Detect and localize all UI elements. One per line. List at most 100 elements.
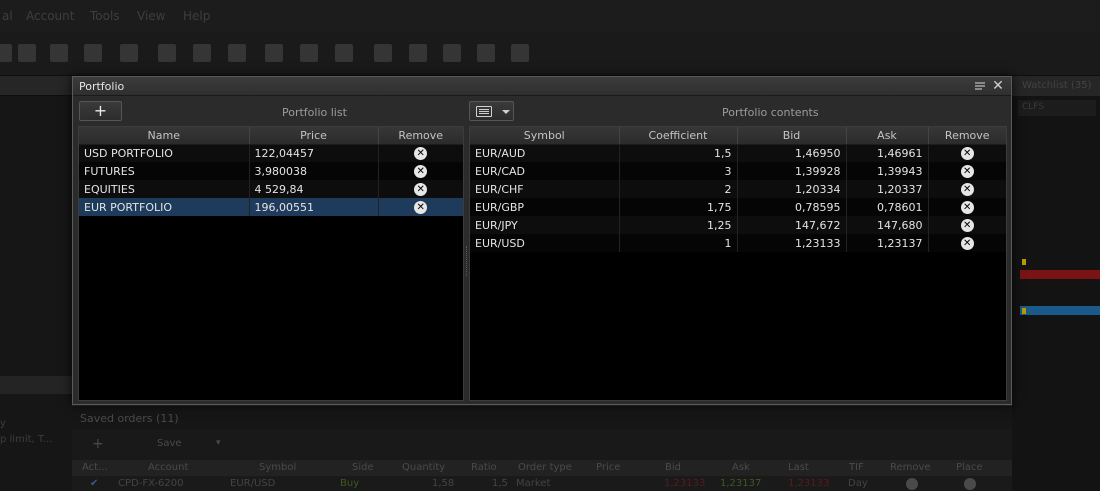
- table-row[interactable]: EUR/CAD 3 1,39928 1,39943 ✕: [470, 162, 1006, 180]
- bid-cell: 0,78595: [737, 198, 847, 216]
- watchlist-title: Watchlist (35): [1012, 76, 1100, 96]
- table-row[interactable]: FUTURES 3,980038 ✕: [79, 162, 463, 180]
- column-header-remove[interactable]: Remove: [378, 127, 463, 145]
- symbol-cell: EUR/CHF: [470, 180, 620, 198]
- column-header: Price: [596, 462, 621, 473]
- column-header-ask[interactable]: Ask: [846, 127, 929, 145]
- wrench-icon[interactable]: [443, 44, 461, 62]
- table-row[interactable]: EQUITIES 4 529,84 ✕: [79, 180, 463, 198]
- add-portfolio-button[interactable]: +: [79, 101, 122, 121]
- portfolio-price: 196,00551: [249, 198, 379, 216]
- user-icon[interactable]: [158, 44, 176, 62]
- window-title: Portfolio: [79, 80, 125, 93]
- options-icon[interactable]: [973, 79, 987, 93]
- coefficient-cell[interactable]: 1,75: [619, 198, 738, 216]
- watchlist-panel: Watchlist (35) CLFS: [1012, 76, 1100, 491]
- saved-orders-header: Act... Account Symbol Side Quantity Rati…: [72, 460, 1012, 476]
- menu-bar: al Account Tools View Help: [0, 0, 1100, 32]
- save-icon[interactable]: [374, 44, 392, 62]
- coefficient-cell[interactable]: 1: [619, 234, 738, 252]
- marker-icon: [1022, 259, 1026, 265]
- remove-icon[interactable]: ✕: [960, 147, 974, 160]
- table-row[interactable]: EUR/GBP 1,75 0,78595 0,78601 ✕: [470, 198, 1006, 216]
- portfolio-list-table: Name Price Remove USD PORTFOLIO 122,0445…: [78, 126, 464, 401]
- remove-icon[interactable]: ✕: [960, 182, 974, 196]
- cell: CPD-FX-6200: [118, 478, 184, 489]
- ask-cell: 1,39943: [846, 162, 929, 180]
- portfolio-contents-table: Symbol Coefficient Bid Ask Remove EUR/AU…: [469, 126, 1007, 401]
- table-row[interactable]: EUR/JPY 1,25 147,672 147,680 ✕: [470, 216, 1006, 234]
- column-header-price[interactable]: Price: [249, 127, 379, 145]
- remove-icon[interactable]: ✕: [414, 164, 428, 178]
- stack-icon[interactable]: [228, 44, 246, 62]
- add-icon[interactable]: +: [92, 436, 104, 452]
- symbol-cell: EUR/AUD: [470, 144, 620, 162]
- window-titlebar[interactable]: Portfolio ✕: [73, 77, 1011, 96]
- coefficient-cell[interactable]: 1,25: [619, 216, 738, 234]
- remove-icon[interactable]: ✕: [414, 200, 428, 214]
- column-header-coefficient[interactable]: Coefficient: [619, 127, 738, 145]
- remove-icon[interactable]: [906, 478, 918, 490]
- cell: 1,5: [492, 478, 508, 489]
- place-icon[interactable]: [964, 478, 976, 490]
- remove-icon[interactable]: ✕: [960, 236, 974, 250]
- menu-view[interactable]: View: [137, 9, 165, 23]
- column-header: Order type: [518, 462, 572, 473]
- portfolio-list-label: Portfolio list: [282, 106, 347, 119]
- close-icon[interactable]: ✕: [991, 78, 1005, 94]
- table-row[interactable]: USD PORTFOLIO 122,04457 ✕: [79, 144, 463, 162]
- menu-tools[interactable]: Tools: [90, 9, 120, 23]
- chevron-down-icon[interactable]: ▾: [216, 438, 221, 448]
- watchlist-filter[interactable]: CLFS: [1018, 100, 1096, 116]
- document-icon[interactable]: [50, 44, 68, 62]
- symbol-cell: EUR/GBP: [470, 198, 620, 216]
- users-icon[interactable]: [193, 44, 211, 62]
- column-header-name[interactable]: Name: [79, 127, 250, 145]
- panel-icon[interactable]: [335, 44, 353, 62]
- table-row[interactable]: EUR/CHF 2 1,20334 1,20337 ✕: [470, 180, 1006, 198]
- list-icon[interactable]: [120, 44, 138, 62]
- frame-icon[interactable]: [511, 44, 529, 62]
- saved-orders-panel: Saved orders (11) + Save ▾ Act... Accoun…: [72, 405, 1012, 491]
- window-icon[interactable]: [84, 44, 102, 62]
- table-row[interactable]: EUR/USD 1 1,23133 1,23137 ✕: [470, 234, 1006, 252]
- column-header: Act...: [82, 462, 108, 473]
- column-header: Symbol: [259, 462, 297, 473]
- menu-help[interactable]: Help: [183, 9, 210, 23]
- cell: Buy: [340, 478, 360, 489]
- column-header-bid[interactable]: Bid: [737, 127, 847, 145]
- symbol-cell: EUR/CAD: [470, 162, 620, 180]
- remove-icon[interactable]: ✕: [960, 164, 974, 178]
- cell: EUR/USD: [230, 478, 276, 489]
- view-mode-button[interactable]: [469, 101, 514, 121]
- column-header: Last: [788, 462, 809, 473]
- remove-icon[interactable]: ✕: [414, 182, 428, 196]
- edit-icon[interactable]: [300, 44, 318, 62]
- menu-account[interactable]: Account: [26, 9, 74, 23]
- remove-icon[interactable]: ✕: [414, 147, 428, 160]
- grid-icon[interactable]: [477, 44, 495, 62]
- column-header-remove[interactable]: Remove: [928, 127, 1006, 145]
- table-row-selected[interactable]: EUR PORTFOLIO 196,00551 ✕: [79, 198, 463, 216]
- table-row[interactable]: EUR/AUD 1,5 1,46950 1,46961 ✕: [470, 144, 1006, 162]
- save-button[interactable]: Save: [157, 438, 182, 449]
- cell: 1,23133: [788, 478, 830, 489]
- column-header: Ratio: [471, 462, 497, 473]
- coefficient-cell[interactable]: 1,5: [619, 144, 738, 162]
- coefficient-cell[interactable]: 2: [619, 180, 738, 198]
- toolbar-icon[interactable]: [0, 44, 12, 62]
- coefficient-cell[interactable]: 3: [619, 162, 738, 180]
- portfolio-window: Portfolio ✕ + Portfolio list Portfolio c…: [72, 76, 1012, 405]
- chart-icon[interactable]: [18, 44, 36, 62]
- menu-item[interactable]: al: [2, 9, 13, 23]
- column-header: Place: [956, 462, 983, 473]
- bid-cell: 1,23133: [737, 234, 847, 252]
- remove-icon[interactable]: ✕: [960, 218, 974, 232]
- check-icon[interactable]: ✔: [90, 478, 98, 489]
- layout-icon[interactable]: [409, 44, 427, 62]
- column-header-symbol[interactable]: Symbol: [470, 127, 620, 145]
- exchange-icon[interactable]: [265, 44, 283, 62]
- symbol-cell: EUR/JPY: [470, 216, 620, 234]
- remove-icon[interactable]: ✕: [960, 200, 974, 214]
- saved-order-row[interactable]: ✔ CPD-FX-6200 EUR/USD Buy 1,58 1,5 Marke…: [72, 476, 1012, 491]
